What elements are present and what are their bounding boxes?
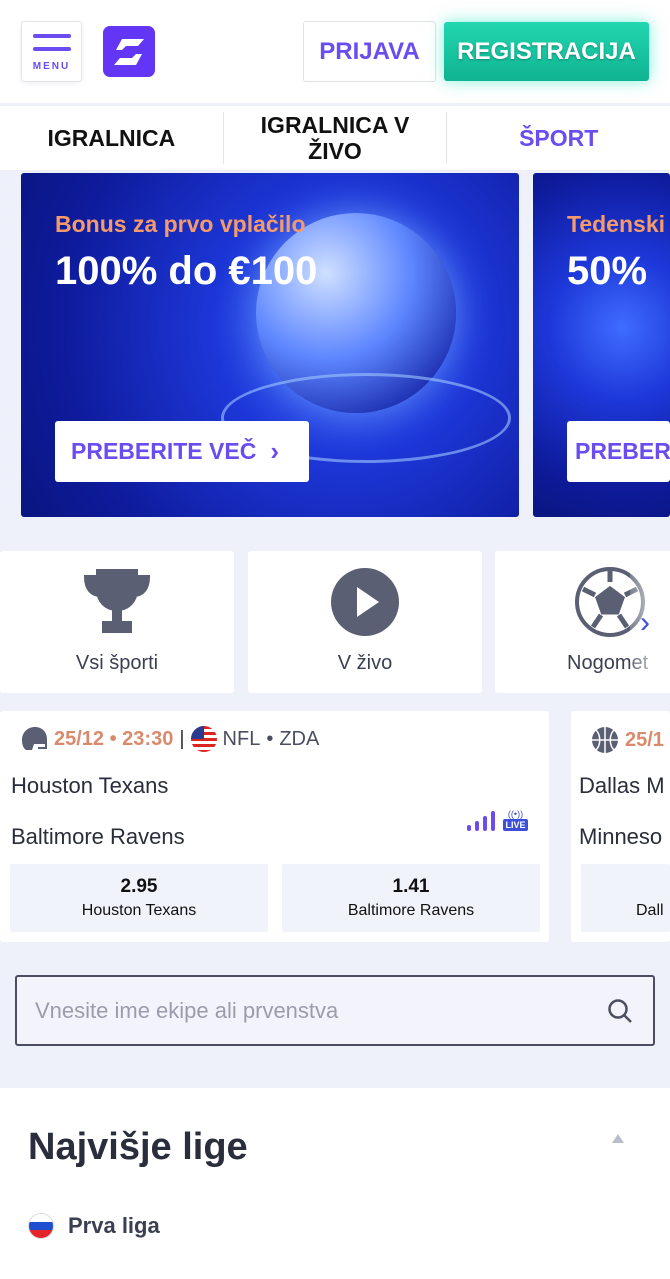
- odds-button[interactable]: 2.95 Houston Texans: [10, 864, 268, 932]
- search-input[interactable]: [35, 977, 595, 1044]
- sport-categories: Vsi športi V živo Nogomet: [0, 551, 670, 693]
- register-button[interactable]: REGISTRACIJA: [444, 22, 649, 81]
- live-stream-icon[interactable]: ((•)) LIVE: [503, 809, 528, 831]
- menu-label: MENU: [32, 61, 71, 72]
- search-icon[interactable]: [607, 998, 633, 1024]
- category-label: Vsi športi: [75, 652, 159, 674]
- odds-label: Dall: [636, 902, 664, 919]
- league-label: Prva liga: [68, 1213, 160, 1238]
- stats-bars-icon[interactable]: [466, 811, 496, 833]
- chevron-right-icon[interactable]: ›: [640, 606, 650, 640]
- cta-label: PREBERITE VEČ: [71, 438, 257, 464]
- menu-button[interactable]: MENU: [21, 21, 82, 82]
- login-button[interactable]: PRIJAVA: [303, 21, 436, 82]
- away-team: Baltimore Ravens: [11, 824, 185, 849]
- cta-label: PREBER: [575, 438, 670, 464]
- banner-title: 50%: [567, 249, 648, 293]
- odds-value: 2.95: [120, 876, 158, 897]
- read-more-button[interactable]: PREBER: [567, 421, 670, 482]
- tab-sport[interactable]: ŠPORT: [447, 106, 670, 170]
- banner-subtitle: Tedenski: [567, 211, 665, 237]
- match-meta: 25/1: [591, 726, 664, 754]
- collapse-caret-icon[interactable]: [612, 1134, 624, 1143]
- broadcast-icon: ((•)): [507, 809, 524, 819]
- play-icon: [331, 568, 399, 636]
- odds-label: Houston Texans: [81, 902, 197, 919]
- tab-label: IGRALNICA V ŽIVO: [260, 112, 410, 164]
- odds-label: Baltimore Ravens: [347, 902, 475, 919]
- category-label: V živo: [337, 652, 393, 674]
- odds-button[interactable]: 1.41 Baltimore Ravens: [282, 864, 540, 932]
- logo[interactable]: [103, 26, 155, 77]
- league-name: NFL: [222, 727, 261, 750]
- header: MENU PRIJAVA REGISTRACIJA: [0, 0, 670, 103]
- category-live[interactable]: V živo: [248, 551, 482, 693]
- scroll-fade: [630, 551, 670, 693]
- league-item[interactable]: Prva liga: [28, 1213, 160, 1239]
- tab-casino[interactable]: IGRALNICA: [0, 106, 223, 170]
- home-team: Houston Texans: [11, 773, 169, 798]
- chevron-right-icon: ›: [270, 436, 279, 466]
- promo-banner[interactable]: Tedenski 50% PREBER: [533, 173, 670, 517]
- home-team: Dallas M: [579, 773, 665, 798]
- divider: |: [179, 727, 185, 750]
- category-all-sports[interactable]: Vsi športi: [0, 551, 234, 693]
- match-meta: 25/12 • 23:30 | NFL • ZDA: [20, 726, 319, 752]
- match-card[interactable]: 25/12 • 23:30 | NFL • ZDA Houston Texans…: [0, 711, 549, 942]
- read-more-button[interactable]: PREBERITE VEČ ›: [55, 421, 309, 482]
- slovenia-flag-icon: [28, 1213, 54, 1239]
- odds-value: 1.41: [392, 876, 430, 897]
- section-title: Najvišje lige: [28, 1126, 248, 1168]
- main-tabs: IGRALNICA IGRALNICA V ŽIVO ŠPORT: [0, 106, 670, 170]
- hamburger-icon: [33, 47, 71, 51]
- basketball-icon: [592, 727, 618, 753]
- banner-title: 100% do €100: [55, 249, 318, 293]
- match-card[interactable]: 25/1 Dallas M Minneso Dall: [571, 711, 670, 942]
- american-football-helmet-icon: [22, 727, 47, 750]
- usa-flag-icon: [190, 726, 217, 752]
- hamburger-icon: [33, 34, 71, 38]
- banner-subtitle: Bonus za prvo vplačilo: [55, 211, 306, 237]
- promo-banner[interactable]: Bonus za prvo vplačilo 100% do €100 PREB…: [21, 173, 519, 517]
- trophy-icon: [83, 569, 151, 633]
- odds-button[interactable]: Dall: [581, 864, 670, 932]
- tab-live-casino[interactable]: IGRALNICA V ŽIVO: [222, 112, 448, 164]
- separator-dot: •: [266, 727, 274, 750]
- search-box: [15, 975, 655, 1046]
- top-leagues-section: Najvišje lige Prva liga: [0, 1088, 670, 1279]
- odds-value: [581, 876, 670, 898]
- live-badge: LIVE: [503, 819, 528, 831]
- away-team: Minneso: [579, 824, 663, 849]
- country-name: ZDA: [279, 727, 320, 750]
- match-datetime: 25/12 • 23:30: [54, 727, 174, 750]
- match-datetime: 25/1: [625, 728, 664, 751]
